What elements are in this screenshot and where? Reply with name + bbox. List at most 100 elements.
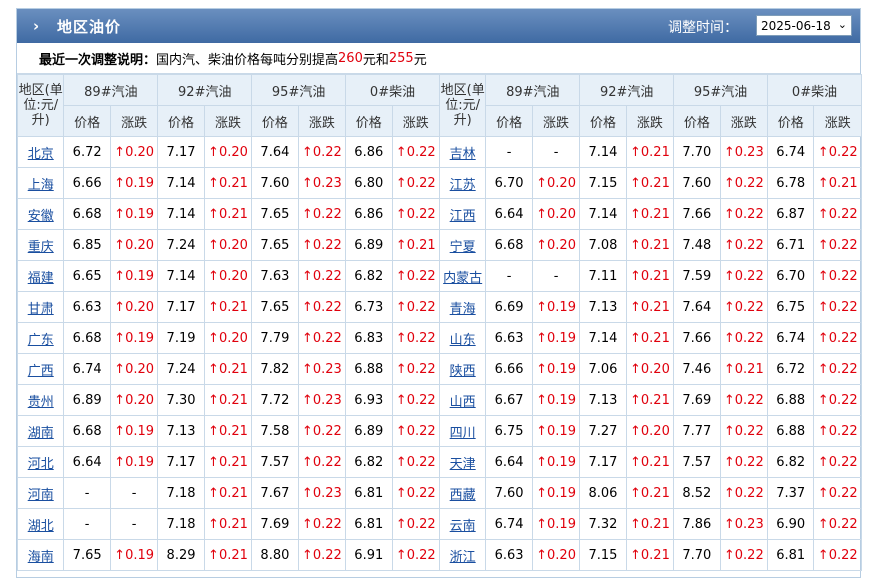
change-cell: ↑0.23 — [297, 353, 347, 385]
change-cell: ↑0.19 — [531, 353, 581, 385]
table-row: 河南 - -7.18 ↑0.21 7.67 ↑0.23 6.81 ↑0.22 西藏 7.60 ↑0.… — [16, 477, 862, 509]
region-link[interactable]: 云南 — [450, 519, 476, 534]
region-cell: 浙江 — [438, 539, 487, 571]
price-cell: 6.81 — [345, 508, 393, 540]
price-cell: 6.71 — [767, 229, 815, 261]
price-cell: 7.86 — [673, 508, 721, 540]
change-subheader: 涨跌 — [109, 105, 159, 137]
price-subheader: 价格 — [251, 105, 299, 137]
price-cell: 7.17 — [157, 291, 205, 323]
price-cell: 7.59 — [673, 260, 721, 292]
region-cell: 甘肃 — [16, 291, 65, 323]
region-link[interactable]: 河北 — [28, 457, 54, 472]
price-cell: 6.74 — [767, 322, 815, 354]
region-link[interactable]: 甘肃 — [28, 302, 54, 317]
price-cell: 7.65 — [251, 291, 299, 323]
price-cell: 6.91 — [345, 539, 393, 571]
region-link[interactable]: 河南 — [28, 488, 54, 503]
price-cell: 7.15 — [579, 539, 627, 571]
adjust-time-label: 调整时间： — [668, 20, 738, 36]
table-row: 广东 6.68 ↑0.19 7.19 ↑0.20 7.79 ↑0.22 6.83 ↑0.22 山东… — [16, 322, 862, 354]
region-link[interactable]: 上海 — [28, 178, 54, 193]
change-cell: ↑0.22 — [297, 229, 347, 261]
region-link[interactable]: 天津 — [450, 457, 476, 472]
fuel-header-left-2: 95#汽油 — [251, 74, 347, 106]
region-link[interactable]: 重庆 — [28, 240, 54, 255]
region-link[interactable]: 北京 — [28, 147, 54, 162]
price-cell: 7.17 — [157, 446, 205, 478]
change-cell: ↑0.22 — [391, 384, 440, 416]
price-cell: 6.63 — [485, 539, 533, 571]
price-cell: 6.74 — [485, 508, 533, 540]
gas-increase: 260 — [338, 50, 363, 66]
region-cell: 四川 — [438, 415, 487, 447]
change-cell: ↑0.21 — [203, 446, 253, 478]
change-cell: ↑0.19 — [109, 322, 159, 354]
change-cell: ↑0.19 — [531, 322, 581, 354]
change-cell: ↑0.20 — [531, 167, 581, 199]
region-link[interactable]: 湖南 — [28, 426, 54, 441]
region-cell: 山东 — [438, 322, 487, 354]
fuel-header-left-1: 92#汽油 — [157, 74, 253, 106]
region-cell: 上海 — [16, 167, 65, 199]
region-link[interactable]: 贵州 — [28, 395, 54, 410]
region-cell: 河北 — [16, 446, 65, 478]
region-link[interactable]: 浙江 — [450, 550, 476, 565]
region-cell: 吉林 — [438, 136, 487, 168]
price-cell: 7.08 — [579, 229, 627, 261]
price-subheader: 价格 — [485, 105, 533, 137]
region-link[interactable]: 福建 — [28, 271, 54, 286]
price-cell: 8.29 — [157, 539, 205, 571]
table-row: 海南 7.65 ↑0.19 8.29 ↑0.21 8.80 ↑0.22 6.91 ↑0.22 浙江… — [16, 539, 862, 571]
region-cell: 广西 — [16, 353, 65, 385]
price-cell: 7.65 — [251, 229, 299, 261]
price-cell: 7.46 — [673, 353, 721, 385]
change-cell: ↑0.23 — [297, 477, 347, 509]
region-link[interactable]: 青海 — [450, 302, 476, 317]
change-cell: ↑0.22 — [391, 353, 440, 385]
adjust-date-select[interactable]: 2025-06-18 ⌄ — [756, 15, 852, 36]
region-link[interactable]: 江苏 — [450, 178, 476, 193]
change-subheader: 涨跌 — [391, 105, 440, 137]
region-link[interactable]: 西藏 — [450, 488, 476, 503]
price-cell: 6.64 — [485, 446, 533, 478]
table-row: 广西 6.74 ↑0.20 7.24 ↑0.21 7.82 ↑0.23 6.88 ↑0.22 陕西… — [16, 353, 862, 385]
region-link[interactable]: 山西 — [450, 395, 476, 410]
change-cell: ↑0.21 — [391, 229, 440, 261]
region-link[interactable]: 吉林 — [450, 147, 476, 162]
note-text-before: 国内汽、柴油价格每吨分别提高 — [156, 52, 339, 68]
price-cell: 7.24 — [157, 353, 205, 385]
region-link[interactable]: 四川 — [450, 426, 476, 441]
change-cell: ↑0.21 — [625, 260, 675, 292]
change-cell: ↑0.23 — [297, 384, 347, 416]
region-link[interactable]: 湖北 — [28, 519, 54, 534]
price-cell: 7.27 — [579, 415, 627, 447]
region-cell: 内蒙古 — [438, 260, 487, 292]
price-cell: 6.66 — [63, 167, 111, 199]
region-cell: 贵州 — [16, 384, 65, 416]
region-link[interactable]: 海南 — [28, 550, 54, 565]
price-cell: 6.82 — [345, 260, 393, 292]
price-cell: 6.70 — [767, 260, 815, 292]
change-cell: ↑0.22 — [297, 291, 347, 323]
price-cell: 6.68 — [63, 415, 111, 447]
price-subheader: 价格 — [63, 105, 111, 137]
region-link[interactable]: 山东 — [450, 333, 476, 348]
change-cell: ↑0.22 — [719, 446, 769, 478]
change-cell: ↑0.21 — [625, 322, 675, 354]
change-cell: ↑0.22 — [813, 198, 862, 230]
price-cell: 7.69 — [673, 384, 721, 416]
region-link[interactable]: 安徽 — [28, 209, 54, 224]
region-link[interactable]: 陕西 — [450, 364, 476, 379]
change-cell: ↑0.22 — [719, 539, 769, 571]
price-cell: 6.78 — [767, 167, 815, 199]
price-cell: 6.86 — [345, 198, 393, 230]
region-link[interactable]: 内蒙古 — [443, 271, 482, 286]
price-cell: 7.65 — [251, 198, 299, 230]
region-link[interactable]: 广东 — [28, 333, 54, 348]
change-cell: ↑0.20 — [203, 322, 253, 354]
region-link[interactable]: 广西 — [28, 364, 54, 379]
region-link[interactable]: 江西 — [450, 209, 476, 224]
region-link[interactable]: 宁夏 — [450, 240, 476, 255]
price-cell: 7.60 — [251, 167, 299, 199]
